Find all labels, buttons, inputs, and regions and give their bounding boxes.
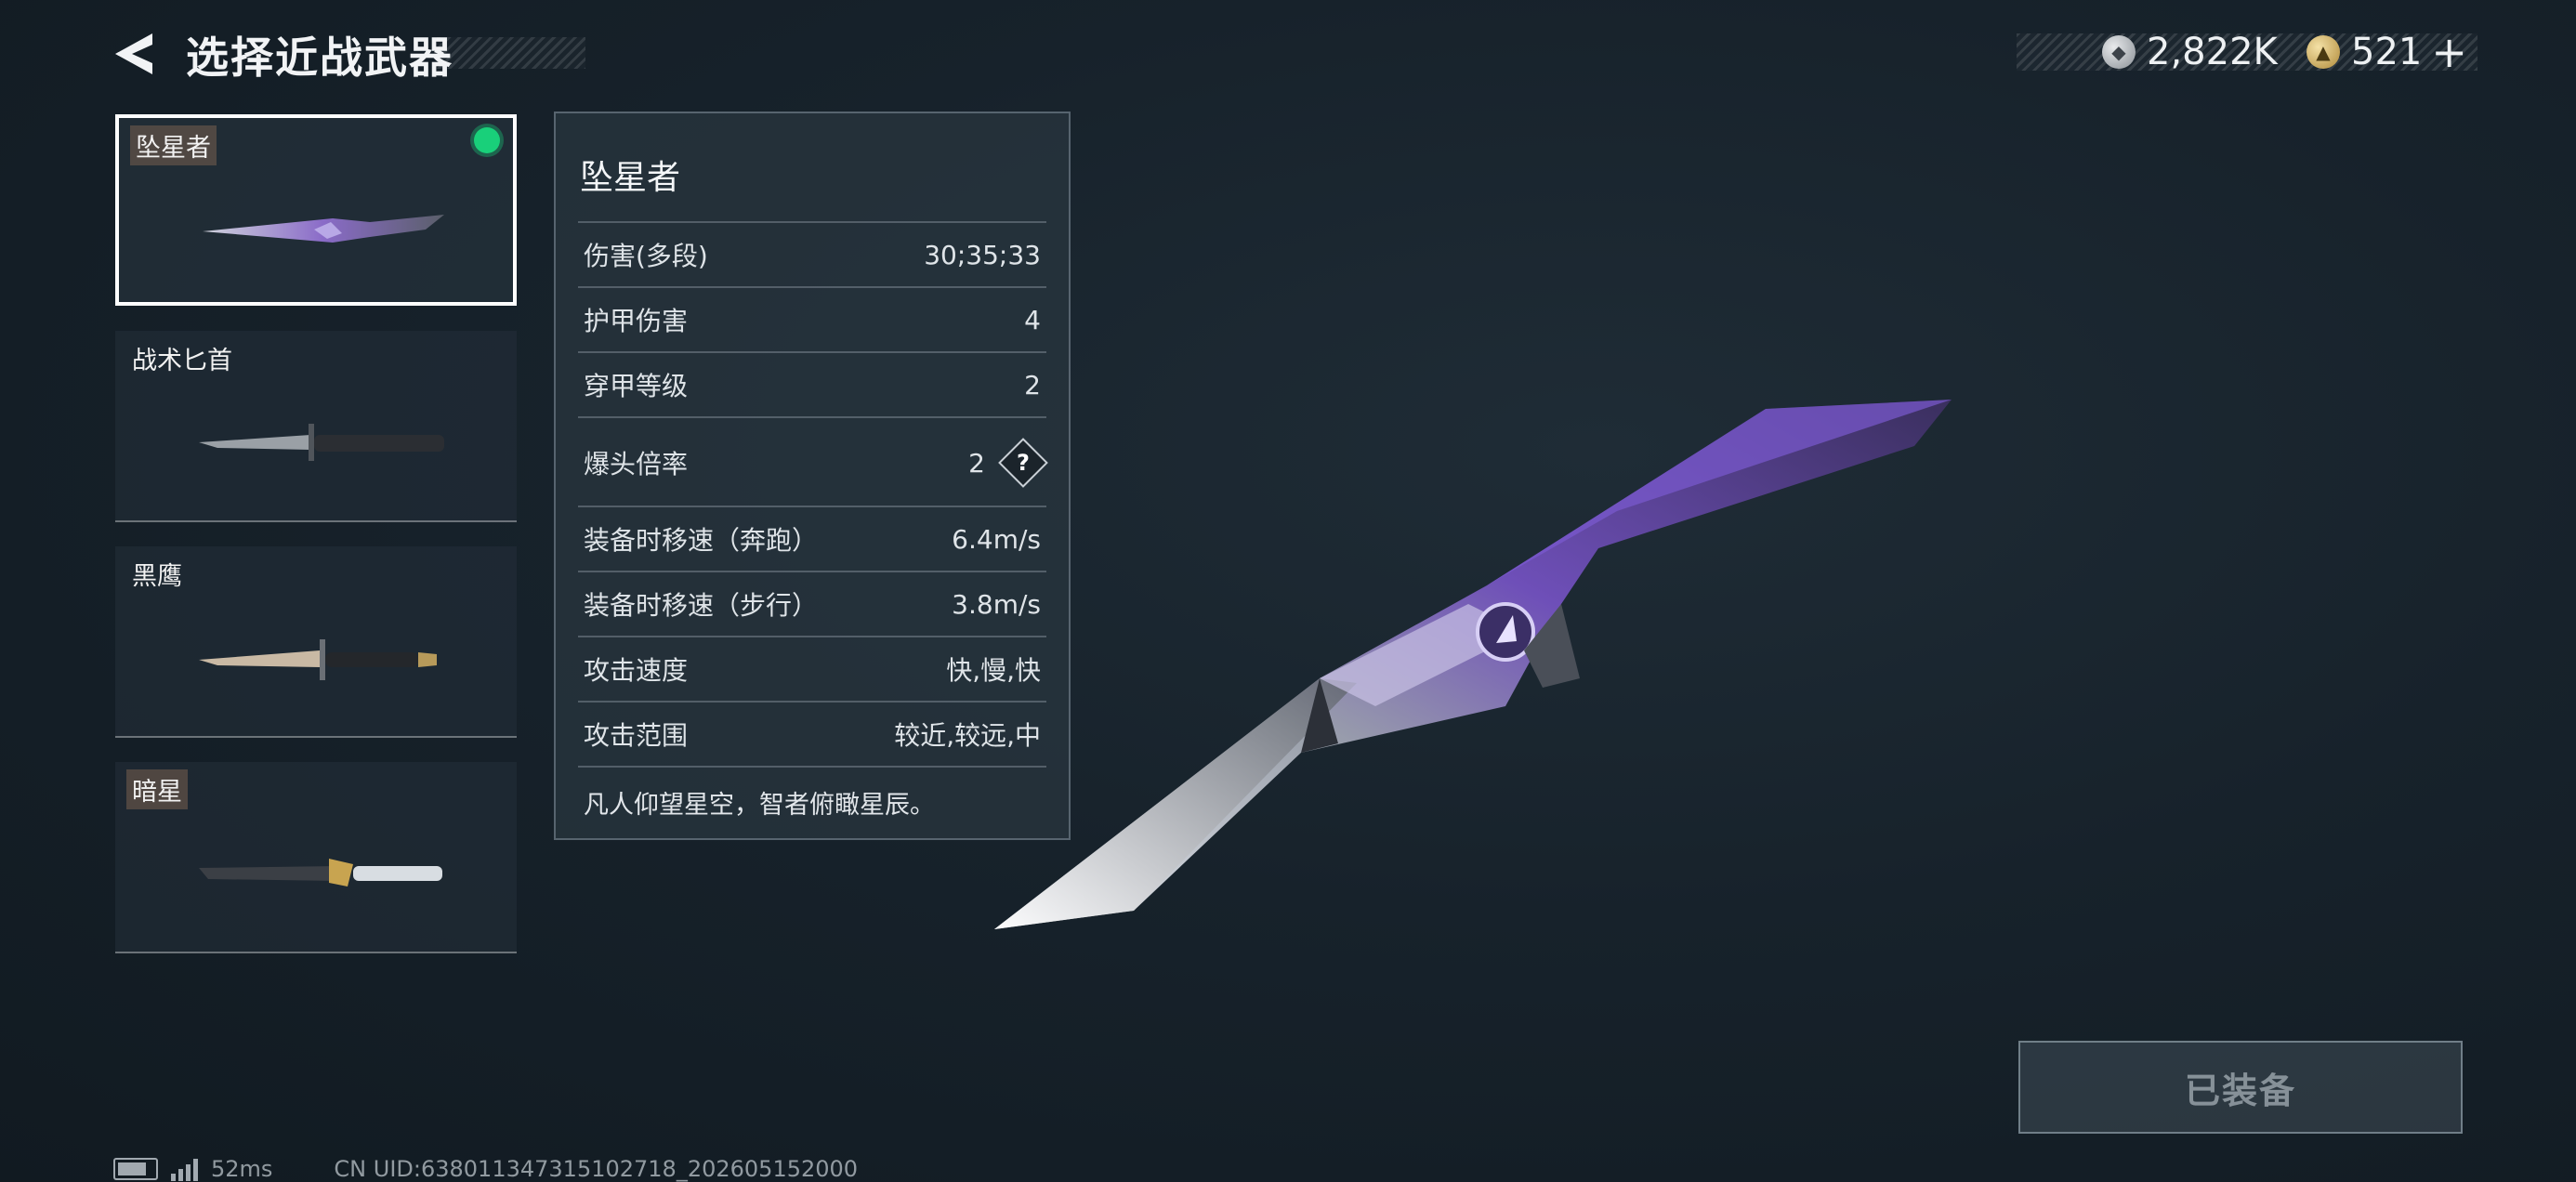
back-arrow-icon (115, 33, 152, 74)
stat-label: 爆头倍率 (584, 449, 689, 479)
stat-row-armor-damage: 护甲伤害 4 (578, 286, 1046, 351)
dark-star-knife-icon (199, 859, 442, 886)
weapon-card-falling-star[interactable]: 坠星者 (115, 114, 517, 306)
stat-label: 穿甲等级 (584, 371, 689, 401)
back-button[interactable] (110, 28, 162, 80)
weapon-card-tactical-dagger[interactable]: 战术匕首 (115, 331, 517, 522)
stat-value: 30;35;33 (924, 239, 1041, 270)
signal-icon (171, 1157, 198, 1181)
equipped-button[interactable]: 已装备 (2018, 1041, 2463, 1134)
stats-title: 坠星者 (580, 159, 681, 197)
weapon-card-label: 暗星 (126, 769, 188, 809)
equipped-indicator-icon (474, 127, 500, 153)
stat-label: 攻击范围 (584, 720, 689, 751)
ping-value: 52ms (211, 1156, 273, 1182)
stat-label: 装备时移速（奔跑） (584, 525, 819, 556)
weapon-card-label: 黑鹰 (132, 562, 182, 591)
tactical-dagger-icon (199, 424, 444, 461)
weapon-card-label: 战术匕首 (132, 347, 232, 375)
status-footer: 52ms CN UID:638011347315102718_202605152… (113, 1156, 858, 1182)
silver-currency-value: 2,822K (2147, 31, 2278, 73)
silver-coin-icon: ◆ (2102, 35, 2136, 69)
stat-label: 装备时移速（步行） (584, 590, 819, 621)
gold-currency: ▲ 521 + (2307, 24, 2467, 80)
stat-value: 4 (1024, 304, 1041, 335)
stat-label: 伤害(多段) (584, 241, 708, 271)
player-uid: CN UID:638011347315102718_202605152000 (334, 1156, 859, 1182)
weapon-card-black-hawk[interactable]: 黑鹰 (115, 546, 517, 738)
add-currency-button[interactable]: + (2431, 27, 2467, 77)
battery-icon (113, 1158, 158, 1180)
weapon-description: 凡人仰望星空，智者俯瞰星辰。 (584, 791, 935, 820)
weapon-card-dark-star[interactable]: 暗星 (115, 762, 517, 953)
gold-currency-value: 521 (2351, 31, 2423, 73)
stat-row-damage: 伤害(多段) 30;35;33 (578, 221, 1046, 286)
black-hawk-knife-icon (199, 639, 437, 680)
weapon-preview-image[interactable] (966, 372, 1970, 966)
falling-star-knife-icon (203, 215, 444, 243)
stat-label: 护甲伤害 (584, 306, 689, 336)
title-decoration (437, 37, 585, 69)
weapon-card-label: 坠星者 (130, 125, 217, 165)
silver-currency: ◆ 2,822K (2102, 24, 2278, 80)
gold-coin-icon: ▲ (2307, 35, 2340, 69)
stat-label: 攻击速度 (584, 655, 689, 686)
page-title: 选择近战武器 (186, 33, 453, 83)
